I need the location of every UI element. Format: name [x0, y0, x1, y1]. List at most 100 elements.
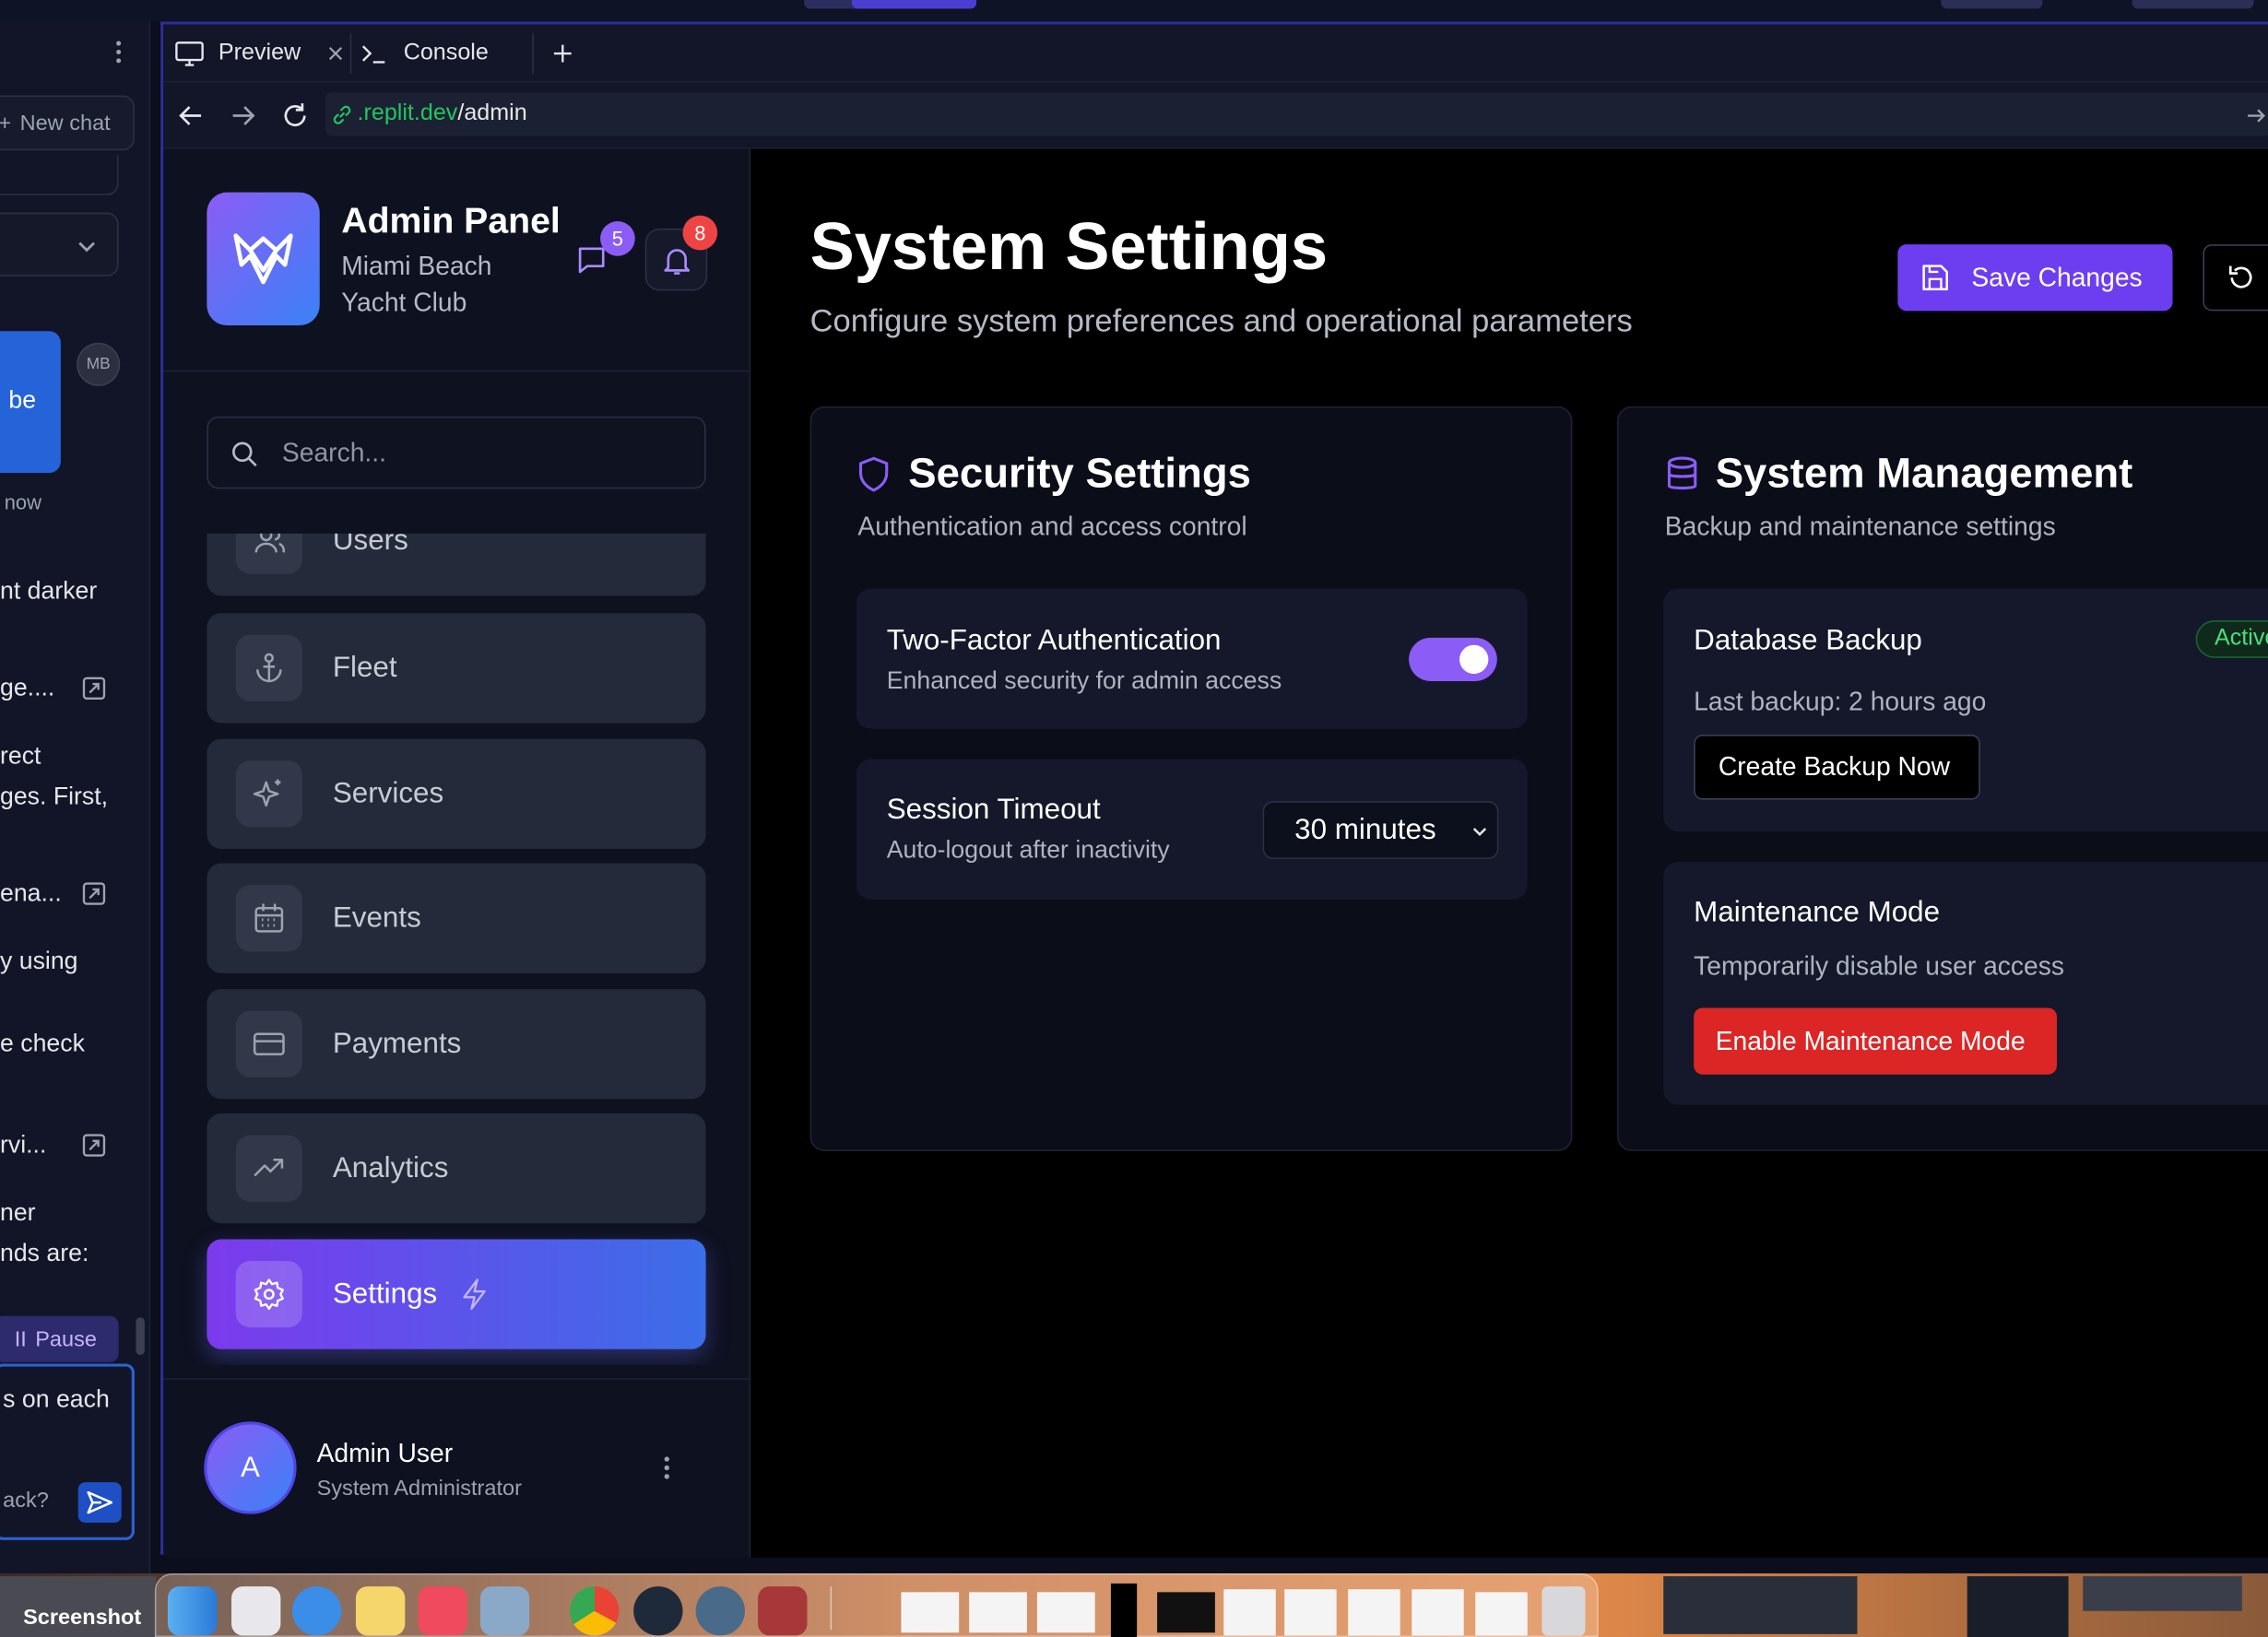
- reset-button[interactable]: [2203, 244, 2268, 312]
- sidebar-divider: [163, 370, 751, 372]
- sidebar-item-payments[interactable]: Payments: [207, 989, 706, 1100]
- shield-icon: [858, 456, 889, 492]
- forward-arrow-icon[interactable]: [230, 102, 255, 128]
- terminal-icon: [361, 45, 385, 64]
- admin-sidebar: Admin Panel Miami Beach Yacht Club 5 8 S…: [163, 148, 751, 1558]
- notes-icon[interactable]: [355, 1586, 406, 1636]
- chat-panel: +New chat be MB now nt darker ge.... rec…: [0, 21, 151, 1573]
- screenshot-label: Screenshot: [23, 1605, 142, 1631]
- app-icon[interactable]: [633, 1586, 683, 1636]
- link-icon: [333, 105, 351, 124]
- close-icon[interactable]: [326, 45, 344, 63]
- chat-select[interactable]: [0, 212, 119, 277]
- trash-icon[interactable]: [1542, 1586, 1586, 1636]
- messages-badge: 5: [600, 221, 635, 256]
- scrollbar[interactable]: [136, 1317, 145, 1356]
- session-timeout-row: Session Timeout Auto-logout after inacti…: [856, 759, 1528, 900]
- sidebar-item-services[interactable]: Services: [207, 738, 706, 849]
- user-name: Admin User: [316, 1439, 454, 1468]
- pause-button[interactable]: II Pause: [0, 1315, 119, 1362]
- open-link-icon[interactable]: [81, 676, 107, 701]
- safari-icon[interactable]: [291, 1586, 342, 1636]
- app-icon[interactable]: [695, 1586, 745, 1636]
- search-input[interactable]: Search...: [207, 416, 706, 489]
- avatar: MB: [77, 342, 121, 386]
- desktop-window-thumbnail: [1967, 1576, 2069, 1637]
- calendar-icon: [235, 885, 302, 952]
- chat-input[interactable]: s on each ack?: [0, 1363, 135, 1540]
- new-tab-plus-icon[interactable]: [552, 43, 573, 64]
- more-menu-icon[interactable]: [110, 39, 127, 65]
- url-bar: .replit.dev/admin: [163, 82, 2268, 149]
- window-thumbnail[interactable]: [1036, 1592, 1095, 1633]
- window-thumbnail[interactable]: [969, 1592, 1027, 1633]
- new-chat-button[interactable]: +New chat: [0, 95, 135, 151]
- window-thumbnail[interactable]: [1475, 1592, 1528, 1636]
- save-changes-button[interactable]: Save Changes: [1897, 244, 2173, 312]
- status-badge: Active: [2195, 620, 2268, 658]
- session-timeout-select[interactable]: 30 minutes: [1262, 801, 1499, 859]
- sidebar-item-users[interactable]: Users: [207, 533, 706, 596]
- send-button[interactable]: [77, 1482, 122, 1524]
- chevron-down-icon: [1472, 828, 1487, 837]
- setting-title: Session Timeout: [886, 794, 1101, 826]
- window-thumbnail[interactable]: [1284, 1589, 1337, 1636]
- two-factor-toggle[interactable]: [1409, 637, 1497, 681]
- dock-divider: [830, 1586, 833, 1631]
- setting-title: Database Backup: [1694, 624, 1922, 657]
- screenshot-thumbnail[interactable]: Screenshot: [0, 1576, 157, 1637]
- url-domain: .replit.dev: [357, 100, 458, 126]
- chat-field[interactable]: [0, 154, 119, 195]
- enable-maintenance-button[interactable]: Enable Maintenance Mode: [1694, 1007, 2057, 1075]
- main-content: System Settings Configure system prefere…: [750, 148, 2268, 1558]
- setting-desc: Auto-logout after inactivity: [886, 835, 1170, 864]
- system-management-card: System Management Backup and maintenance…: [1617, 406, 2268, 1151]
- back-arrow-icon[interactable]: [178, 102, 204, 128]
- desktop-window-thumbnail: [1663, 1576, 1858, 1634]
- page-subtitle: Configure system preferences and operati…: [809, 301, 1633, 339]
- search-icon: [232, 442, 257, 467]
- users-icon: [235, 533, 302, 574]
- open-link-icon[interactable]: [81, 880, 107, 906]
- open-link-icon[interactable]: [81, 1132, 107, 1158]
- sidebar-item-analytics[interactable]: Analytics: [207, 1113, 706, 1224]
- notifications-badge: 8: [682, 215, 718, 251]
- sidebar-item-events[interactable]: Events: [207, 863, 706, 973]
- launchpad-icon[interactable]: [231, 1586, 281, 1636]
- window-thumbnail[interactable]: [1412, 1589, 1464, 1636]
- preview-app-icon[interactable]: [479, 1586, 530, 1636]
- url-field[interactable]: .replit.dev/admin: [325, 92, 2268, 136]
- setting-title: Two-Factor Authentication: [886, 624, 1222, 657]
- message-icon: [578, 247, 605, 274]
- sidebar-item-settings[interactable]: Settings: [207, 1239, 706, 1349]
- gear-icon: [235, 1261, 302, 1328]
- user-role: System Administrator: [316, 1476, 522, 1502]
- tab-console[interactable]: Console: [360, 25, 489, 83]
- url-path: /admin: [457, 100, 527, 126]
- chat-timestamp: now: [4, 489, 42, 513]
- database-backup-row: Database Backup Active Last backup: 2 ho…: [1663, 588, 2268, 832]
- sidebar-title: Admin Panel: [341, 201, 561, 242]
- page-title: System Settings: [809, 207, 1329, 284]
- sidebar-nav: Users Fleet Services Events Payments Ana…: [163, 533, 750, 1365]
- chrome-icon[interactable]: [570, 1586, 620, 1636]
- music-icon[interactable]: [418, 1586, 467, 1636]
- finder-icon[interactable]: [167, 1586, 218, 1636]
- window-thumbnail[interactable]: [1110, 1583, 1138, 1637]
- open-external-icon[interactable]: [2247, 106, 2267, 126]
- window-thumbnail[interactable]: [1348, 1589, 1400, 1636]
- reload-icon[interactable]: [280, 101, 309, 130]
- trending-up-icon: [235, 1135, 302, 1202]
- user-menu-icon[interactable]: [659, 1454, 674, 1482]
- create-backup-button[interactable]: Create Backup Now: [1694, 735, 1980, 800]
- sidebar-item-fleet[interactable]: Fleet: [207, 613, 706, 724]
- macos-dock-strip: Screenshot: [0, 1572, 2268, 1637]
- tab-divider: [349, 33, 352, 75]
- dictionary-icon[interactable]: [758, 1586, 808, 1636]
- user-avatar[interactable]: A: [204, 1421, 297, 1514]
- tab-preview[interactable]: Preview: [175, 25, 344, 83]
- window-thumbnail[interactable]: [1157, 1592, 1215, 1633]
- window-thumbnail[interactable]: [1223, 1589, 1276, 1636]
- window-thumbnail[interactable]: [901, 1592, 960, 1633]
- setting-desc: Temporarily disable user access: [1694, 951, 2064, 981]
